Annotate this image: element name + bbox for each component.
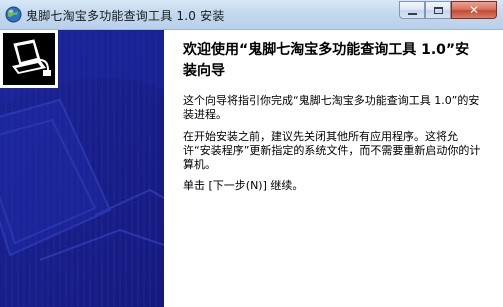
wizard-banner: [0, 30, 164, 307]
installer-window: 鬼脚七淘宝多功能查询工具 1.0 安装 ✕ 欢迎使用“鬼脚七淘宝多功能查询工具 …: [0, 0, 503, 307]
installer-globe-icon: [5, 6, 22, 23]
continue-instruction: 单击 [下一步(N)] 继续。: [183, 179, 304, 192]
maximize-button[interactable]: [425, 1, 451, 19]
welcome-content: 欢迎使用“鬼脚七淘宝多功能查询工具 1.0”安装向导 这个向导将指引你完成“鬼脚…: [164, 30, 503, 307]
minimize-button[interactable]: [399, 1, 425, 19]
close-button[interactable]: ✕: [451, 1, 497, 19]
close-icon: ✕: [468, 3, 480, 17]
welcome-heading: 欢迎使用“鬼脚七淘宝多功能查询工具 1.0”安装向导: [183, 42, 470, 79]
installer-computer-icon: [0, 30, 58, 88]
window-title: 鬼脚七淘宝多功能查询工具 1.0 安装: [26, 9, 225, 23]
maximize-icon: [433, 6, 443, 14]
advice-paragraph: 在开始安装之前，建议先关闭其他所有应用程序。这将允许“安装程序”更新指定的系统文…: [183, 130, 481, 171]
minimize-icon: [407, 12, 417, 15]
title-bar[interactable]: 鬼脚七淘宝多功能查询工具 1.0 安装 ✕: [0, 0, 503, 30]
intro-paragraph: 这个向导将指引你完成“鬼脚七淘宝多功能查询工具 1.0”的安装进程。: [183, 94, 480, 121]
